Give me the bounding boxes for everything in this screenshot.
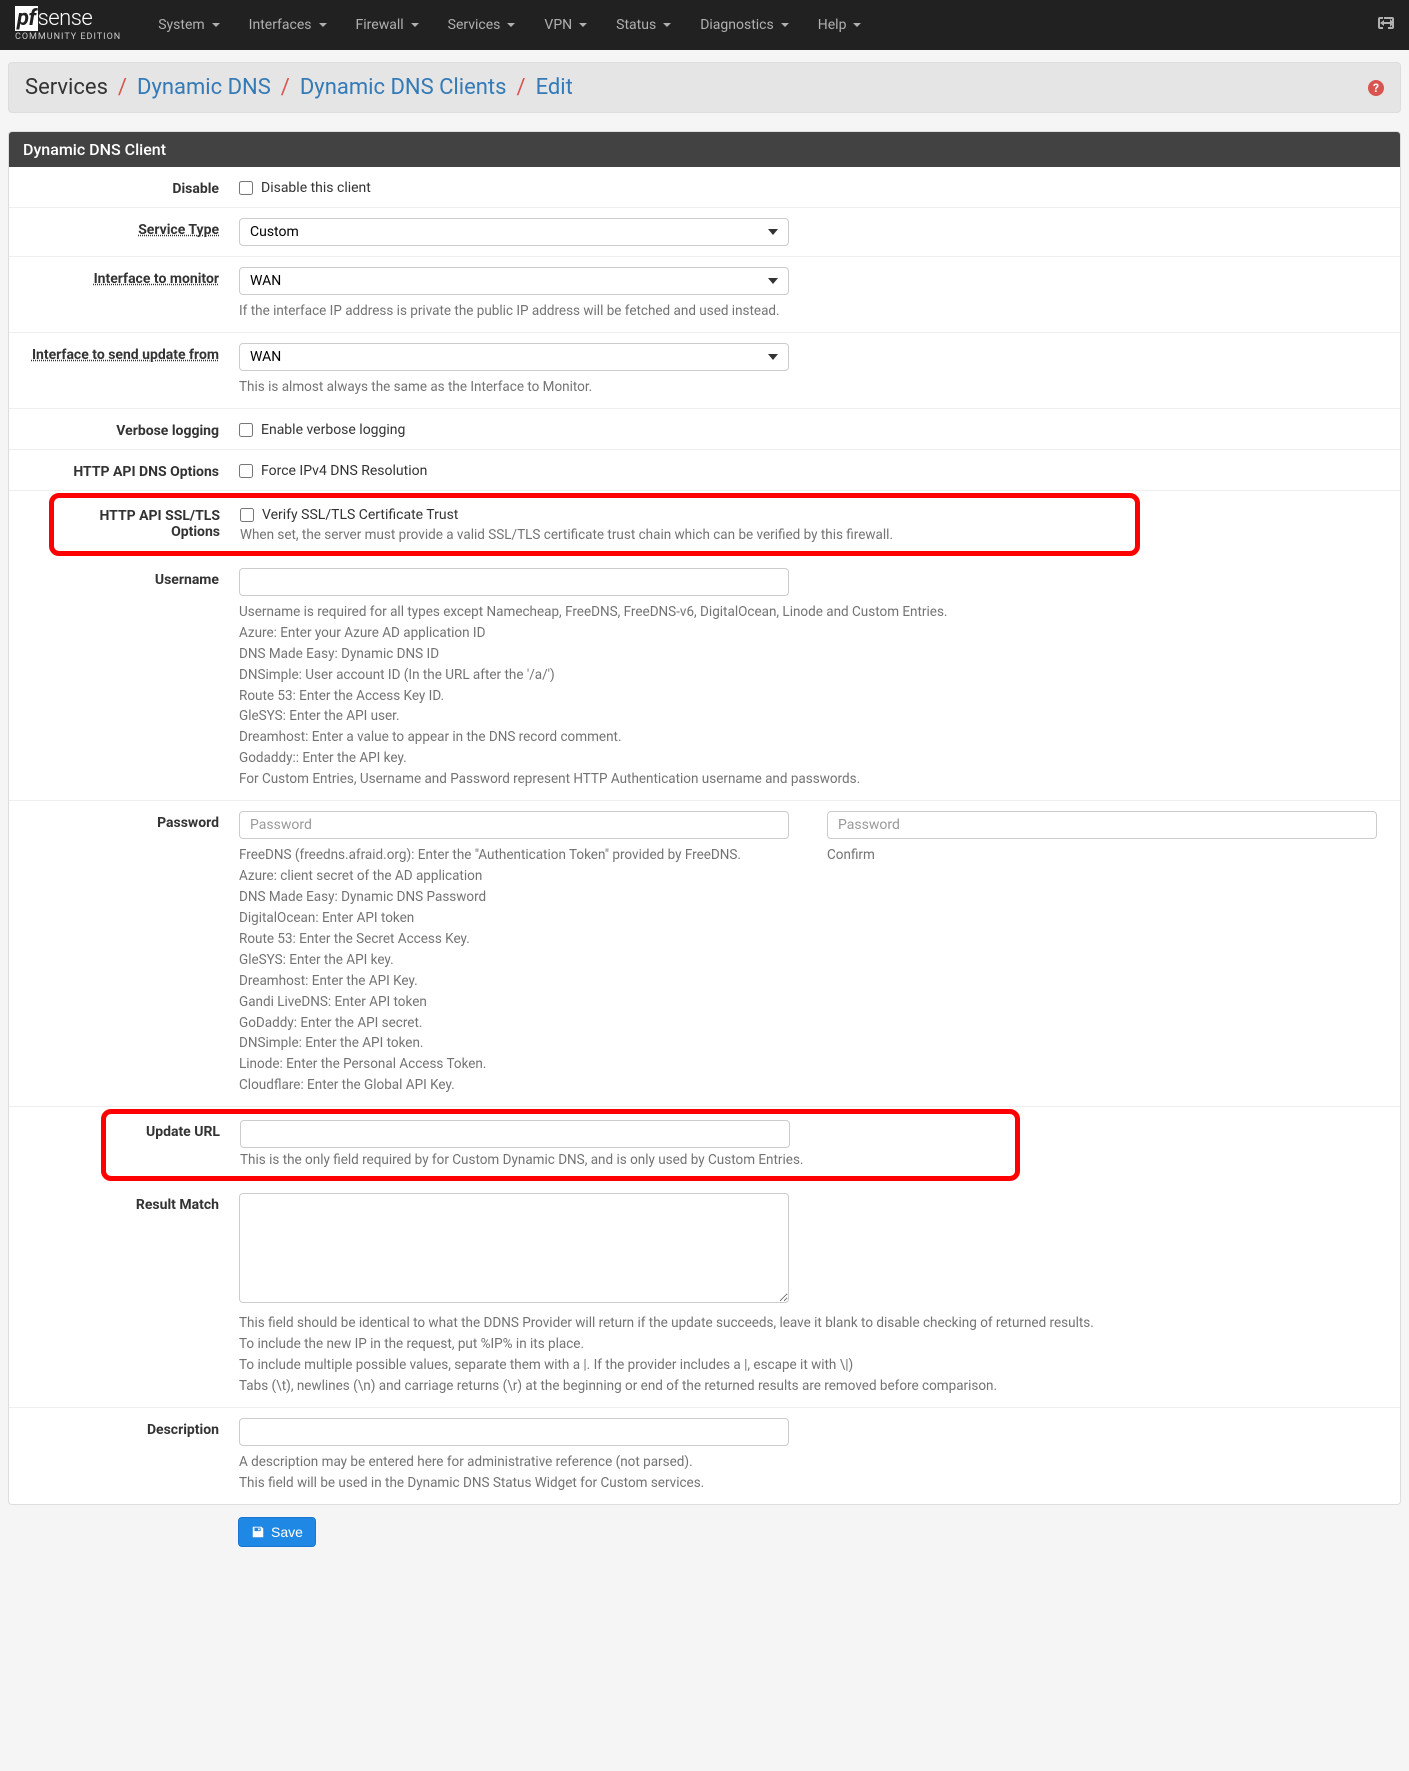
highlight-update-url: Update URL This is the only field requir… [101,1109,1020,1181]
http-ssl-checkbox[interactable] [240,508,254,522]
result-match-textarea[interactable] [239,1193,789,1303]
save-button-label: Save [271,1524,303,1540]
label-result-match: Result Match [9,1193,239,1213]
help-http-ssl: When set, the server must provide a vali… [240,527,1120,543]
logout-icon [1378,15,1394,31]
label-service-type: Service Type [9,218,239,238]
row-password: Password FreeDNS (freedns.afraid.org): E… [9,801,1400,1107]
label-disable: Disable [9,177,239,197]
row-verbose: Verbose logging Enable verbose logging [9,409,1400,450]
breadcrumb: Services / Dynamic DNS / Dynamic DNS Cli… [25,75,573,100]
nav-help[interactable]: Help [806,9,874,41]
label-update-url: Update URL [106,1120,240,1140]
row-disable: Disable Disable this client [9,167,1400,208]
chevron-down-icon [781,23,789,27]
nav-status[interactable]: Status [604,9,683,41]
crumb-services[interactable]: Services [25,75,108,100]
chevron-down-icon [663,23,671,27]
top-navbar: pfsense COMMUNITY EDITION System Interfa… [0,0,1409,50]
disable-checkbox-label: Disable this client [261,180,371,196]
row-description: Description A description may be entered… [9,1408,1400,1504]
http-dns-checkbox-label: Force IPv4 DNS Resolution [261,463,427,479]
brand-edition: COMMUNITY EDITION [15,32,121,42]
label-verbose: Verbose logging [9,419,239,439]
interface-monitor-select[interactable]: WAN [239,267,789,295]
breadcrumb-sep: / [118,75,127,100]
breadcrumb-bar: Services / Dynamic DNS / Dynamic DNS Cli… [8,62,1401,113]
brand-logo[interactable]: pfsense COMMUNITY EDITION [15,8,121,42]
help-password-confirm: Confirm [827,845,1385,866]
chevron-down-icon [212,23,220,27]
disable-checkbox[interactable] [239,181,253,195]
label-username: Username [9,568,239,588]
save-button[interactable]: Save [238,1517,316,1547]
label-interface-send: Interface to send update from [9,343,239,363]
breadcrumb-sep: / [281,75,290,100]
row-update-url: Update URL This is the only field requir… [106,1114,1015,1176]
logo-suffix: sense [38,6,93,31]
http-ssl-checkbox-label: Verify SSL/TLS Certificate Trust [262,507,458,523]
chevron-down-icon [507,23,515,27]
row-http-ssl: HTTP API SSL/TLS Options Verify SSL/TLS … [54,498,1135,551]
label-http-ssl: HTTP API SSL/TLS Options [54,504,240,540]
panel-title: Dynamic DNS Client [9,132,1400,167]
username-input[interactable] [239,568,789,596]
password-confirm-input[interactable] [827,811,1377,839]
description-input[interactable] [239,1418,789,1446]
crumb-edit[interactable]: Edit [536,75,573,100]
nav-vpn[interactable]: VPN [532,9,599,41]
nav-firewall[interactable]: Firewall [344,9,431,41]
help-result-match: This field should be identical to what t… [239,1313,1385,1397]
row-interface-send: Interface to send update from WAN This i… [9,333,1400,409]
row-service-type: Service Type Custom [9,208,1400,257]
interface-send-select[interactable]: WAN [239,343,789,371]
chevron-down-icon [579,23,587,27]
crumb-clients[interactable]: Dynamic DNS Clients [300,75,507,100]
chevron-down-icon [319,23,327,27]
highlight-ssl-options: HTTP API SSL/TLS Options Verify SSL/TLS … [49,493,1140,556]
label-http-dns: HTTP API DNS Options [9,460,239,480]
nav-services[interactable]: Services [436,9,528,41]
nav-interfaces[interactable]: Interfaces [237,9,339,41]
label-interface-monitor: Interface to monitor [9,267,239,287]
button-row: Save [8,1505,1401,1567]
help-username: Username is required for all types excep… [239,602,1385,790]
breadcrumb-sep: / [516,75,525,100]
help-icon[interactable]: ? [1368,80,1384,96]
row-interface-monitor: Interface to monitor WAN If the interfac… [9,257,1400,333]
logout-button[interactable] [1378,15,1394,35]
http-dns-checkbox[interactable] [239,464,253,478]
service-type-select[interactable]: Custom [239,218,789,246]
help-description: A description may be entered here for ad… [239,1452,1385,1494]
crumb-dynamic-dns[interactable]: Dynamic DNS [137,75,271,100]
nav-diagnostics[interactable]: Diagnostics [688,9,801,41]
help-update-url: This is the only field required by for C… [240,1152,1000,1168]
label-password: Password [9,811,239,831]
chevron-down-icon [853,23,861,27]
verbose-checkbox-label: Enable verbose logging [261,422,405,438]
form-panel: Dynamic DNS Client Disable Disable this … [8,131,1401,1505]
help-interface-monitor: If the interface IP address is private t… [239,301,1385,322]
save-icon [251,1525,265,1539]
logo-prefix: pf [15,6,38,31]
navbar-menu: System Interfaces Firewall Services VPN … [146,9,1378,41]
nav-system[interactable]: System [146,9,231,41]
chevron-down-icon [411,23,419,27]
row-result-match: Result Match This field should be identi… [9,1183,1400,1408]
label-description: Description [9,1418,239,1438]
password-input[interactable] [239,811,789,839]
help-password: FreeDNS (freedns.afraid.org): Enter the … [239,845,797,1096]
update-url-input[interactable] [240,1120,790,1148]
verbose-checkbox[interactable] [239,423,253,437]
row-http-dns: HTTP API DNS Options Force IPv4 DNS Reso… [9,450,1400,491]
help-interface-send: This is almost always the same as the In… [239,377,1385,398]
row-username: Username Username is required for all ty… [9,558,1400,801]
